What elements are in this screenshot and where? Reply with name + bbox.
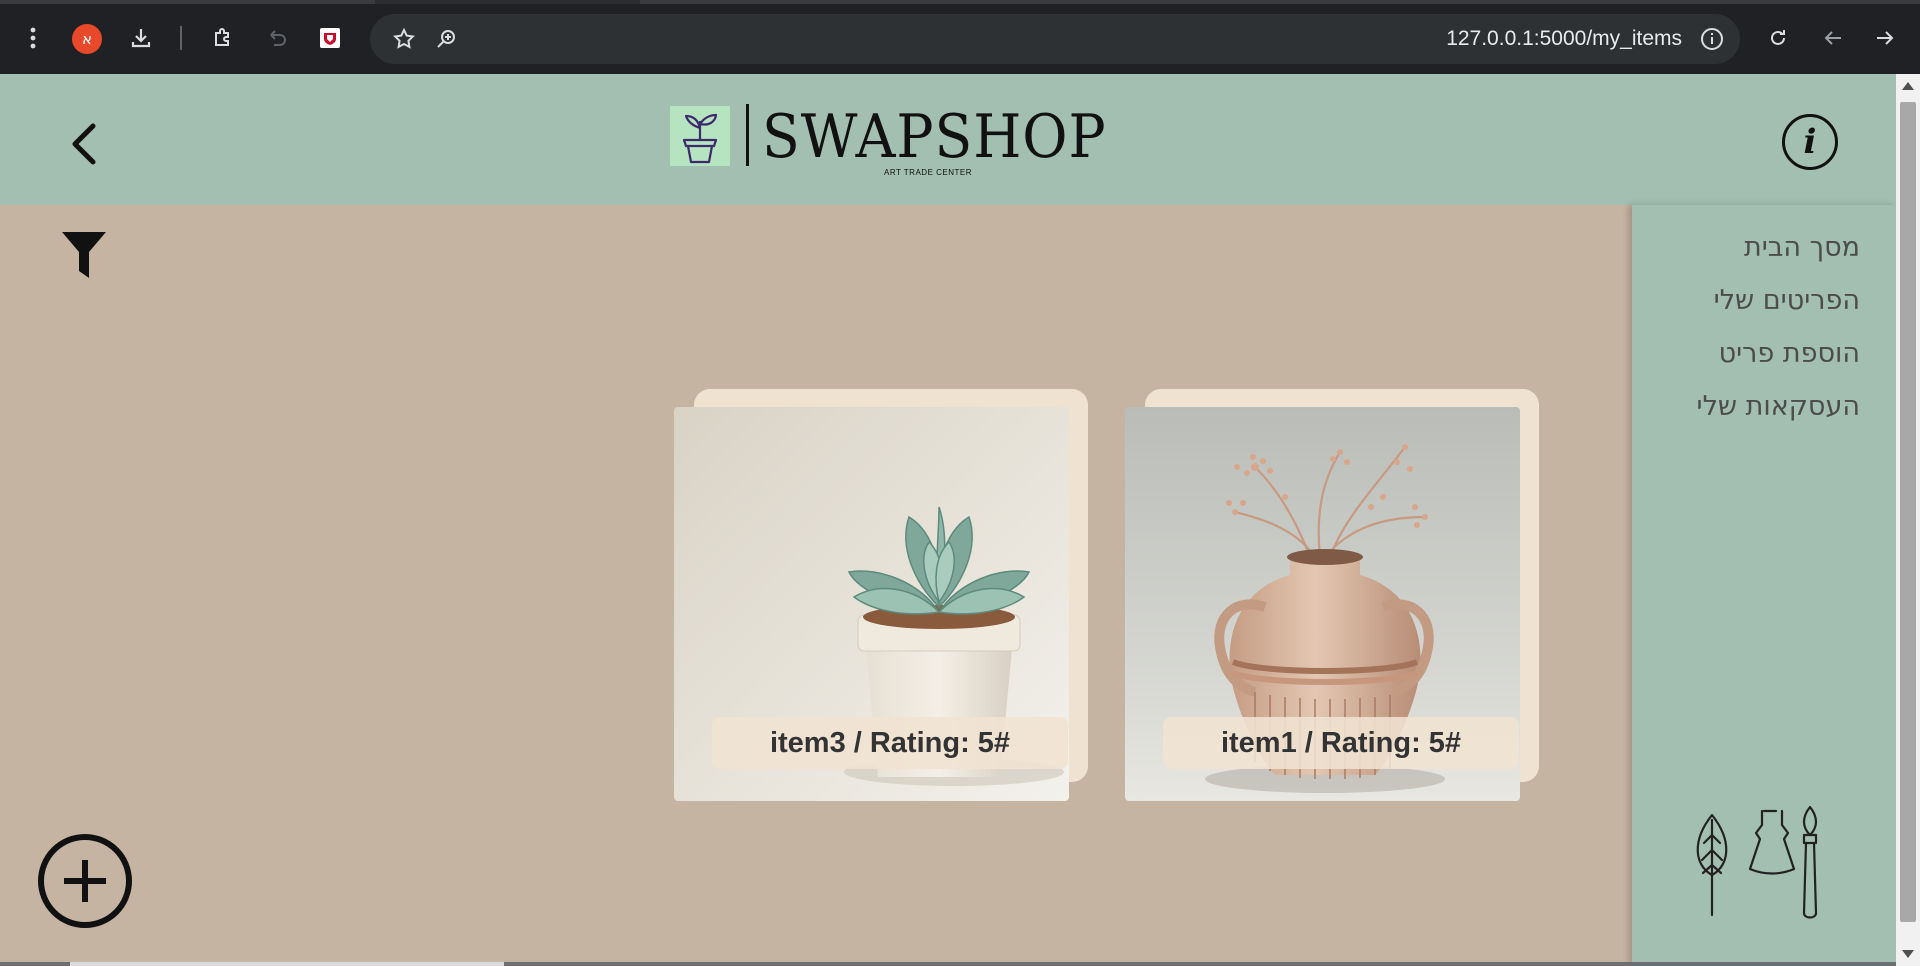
page: SWAPSHOP ART TRADE CENTER i item3 / Rati… (0, 74, 1896, 966)
site-info-icon[interactable] (1696, 23, 1728, 55)
zoom-icon[interactable] (430, 23, 462, 55)
download-icon[interactable] (124, 21, 158, 55)
paintbrush-icon (1802, 805, 1818, 919)
star-icon[interactable] (388, 23, 420, 55)
tab-strip-edge (0, 0, 1920, 4)
sidebar-item-add-item[interactable]: הוספת פריט (1697, 327, 1860, 380)
brand-name: SWAPSHOP (762, 102, 1107, 172)
info-icon: i (1803, 122, 1817, 162)
leaf-icon (1696, 813, 1728, 917)
item-card[interactable]: item1 / Rating: 5# (1125, 389, 1539, 801)
side-nav: מסך הבית הפריטים שלי הוספת פריט העסקאות … (1632, 205, 1896, 966)
filter-icon (62, 232, 106, 278)
arrow-right-icon[interactable] (1868, 21, 1902, 55)
sidebar-item-my-items[interactable]: הפריטים שלי (1697, 274, 1860, 327)
add-item-button[interactable] (38, 834, 132, 928)
shield-extension-icon[interactable] (313, 21, 347, 55)
item-label: item3 / Rating: 5# (712, 717, 1068, 769)
reload-icon[interactable] (1761, 21, 1795, 55)
site-logo[interactable]: SWAPSHOP ART TRADE CENTER (670, 104, 1110, 184)
item-label: item1 / Rating: 5# (1163, 717, 1519, 769)
plant-logo-icon (670, 106, 730, 166)
sidebar-item-home[interactable]: מסך הבית (1697, 221, 1860, 274)
undo-icon[interactable] (260, 21, 294, 55)
info-button[interactable]: i (1782, 114, 1838, 170)
decoration-icons (1692, 805, 1852, 925)
puzzle-icon[interactable] (206, 21, 240, 55)
site-header: SWAPSHOP ART TRADE CENTER i (0, 74, 1896, 205)
filter-button[interactable] (60, 230, 108, 280)
logo-divider (746, 104, 749, 166)
chevron-left-icon (72, 123, 96, 165)
scroll-up-icon[interactable] (1902, 82, 1914, 90)
horizontal-scrollbar (0, 962, 1896, 966)
profile-avatar[interactable]: א (72, 24, 102, 54)
scrollbar[interactable] (1896, 74, 1920, 966)
more-vert-icon[interactable] (16, 21, 50, 55)
side-nav-menu: מסך הבית הפריטים שלי הוספת פריט העסקאות … (1697, 221, 1860, 433)
address-bar[interactable]: 127.0.0.1:5000/my_items (370, 14, 1740, 64)
arrow-left-icon[interactable] (1816, 21, 1850, 55)
scrollbar-thumb[interactable] (1900, 102, 1916, 922)
dress-icon (1748, 809, 1796, 875)
back-button[interactable] (62, 118, 106, 170)
sidebar-item-my-deals[interactable]: העסקאות שלי (1697, 380, 1860, 433)
url-text[interactable]: 127.0.0.1:5000/my_items (1446, 27, 1682, 51)
toolbar-divider (180, 26, 182, 50)
brand-tagline: ART TRADE CENTER (884, 168, 973, 177)
browser-toolbar: א 127.0.0.1:5000/my_items (0, 0, 1920, 74)
scroll-down-icon[interactable] (1902, 950, 1914, 958)
item-card[interactable]: item3 / Rating: 5# (674, 389, 1088, 801)
